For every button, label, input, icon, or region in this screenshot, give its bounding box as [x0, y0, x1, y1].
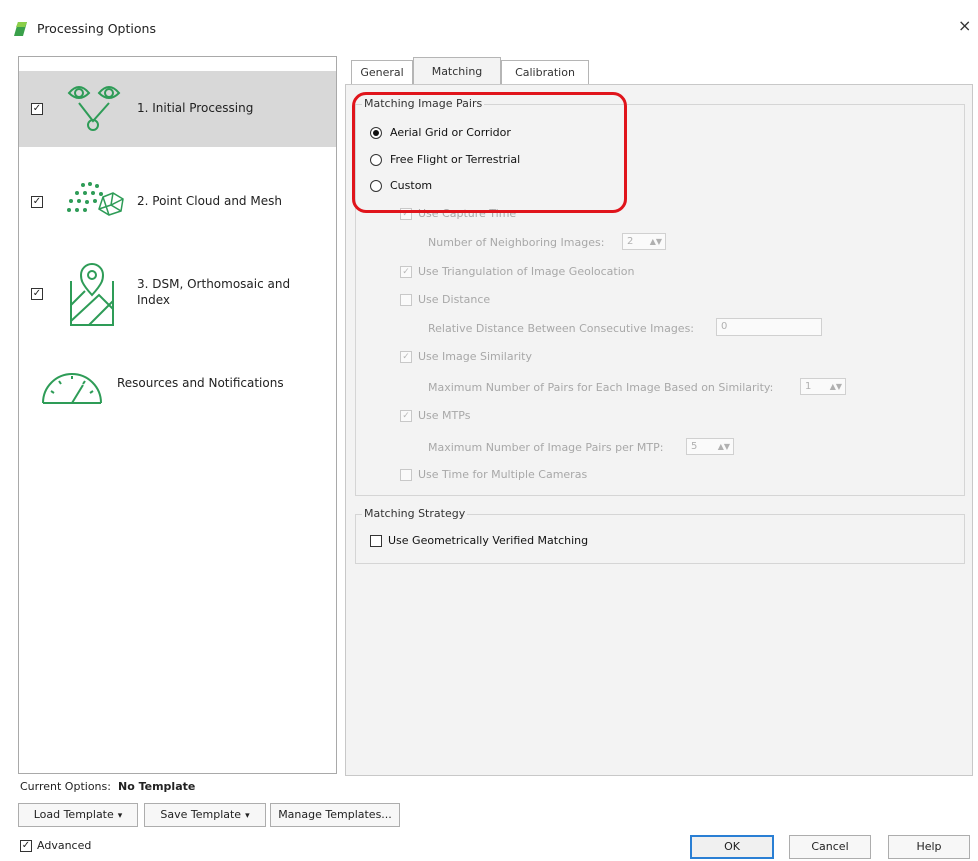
use-capture-time-checkbox[interactable]: ✓	[400, 208, 412, 220]
use-mtps-label: Use MTPs	[418, 409, 471, 422]
gauge-icon	[42, 373, 102, 404]
max-pairs-mtp-label: Maximum Number of Image Pairs per MTP:	[428, 441, 664, 454]
initial-processing-checkbox[interactable]: ✓	[31, 103, 43, 115]
use-image-similarity-label: Use Image Similarity	[418, 350, 533, 363]
dsm-checkbox[interactable]: ✓	[31, 288, 43, 300]
tab-general[interactable]: General	[351, 60, 413, 84]
use-capture-time-label: Use Capture Time	[418, 207, 517, 220]
sidebar-item-label: 2. Point Cloud and Mesh	[137, 194, 282, 208]
radio-custom[interactable]	[370, 180, 382, 192]
use-distance-checkbox[interactable]	[400, 294, 412, 306]
use-time-multiple-label: Use Time for Multiple Cameras	[418, 468, 588, 481]
spin-value: 1	[805, 381, 812, 392]
sidebar-item-initial-processing[interactable]: ✓ 1. Initial Processing	[19, 71, 336, 147]
spin-arrows-icon[interactable]: ▲▼	[650, 234, 662, 249]
geometric-matching-checkbox[interactable]	[370, 535, 382, 547]
radio-aerial-grid[interactable]	[370, 127, 382, 139]
button-label: Save Template	[160, 808, 242, 821]
map-pin-icon	[70, 263, 114, 326]
help-button[interactable]: Help	[888, 835, 970, 859]
radio-label: Free Flight or Terrestrial	[390, 153, 521, 166]
use-image-similarity-checkbox[interactable]: ✓	[400, 351, 412, 363]
relative-distance-input[interactable]: 0	[716, 318, 822, 336]
advanced-checkbox[interactable]: ✓	[20, 840, 32, 852]
cancel-button[interactable]: Cancel	[789, 835, 871, 859]
app-icon	[14, 22, 27, 36]
sidebar-item-dsm[interactable]: ✓ 3. DSM, Orthomosaic and Index	[19, 255, 336, 335]
initial-processing-icon	[67, 86, 121, 131]
current-options-value: No Template	[118, 780, 196, 793]
radio-label: Aerial Grid or Corridor	[390, 126, 511, 139]
sidebar-item-label-line2: Index	[137, 293, 171, 307]
use-mtps-checkbox[interactable]: ✓	[400, 410, 412, 422]
load-template-button[interactable]: Load Template ▾	[18, 803, 138, 827]
sidebar-item-label-line1: 3. DSM, Orthomosaic and	[137, 277, 291, 291]
group-title: Matching Strategy	[362, 507, 468, 520]
radio-label: Custom	[390, 179, 433, 192]
sidebar-item-label: 1. Initial Processing	[137, 101, 254, 115]
save-template-button[interactable]: Save Template ▾	[144, 803, 266, 827]
point-cloud-checkbox[interactable]: ✓	[31, 196, 43, 208]
tab-calibration[interactable]: Calibration	[501, 60, 589, 84]
neighboring-images-label: Number of Neighboring Images:	[428, 236, 605, 249]
use-time-multiple-checkbox[interactable]	[400, 469, 412, 481]
spin-arrows-icon[interactable]: ▲▼	[830, 379, 842, 394]
max-pairs-mtp-spinbox[interactable]: 5 ▲▼	[686, 438, 734, 455]
neighboring-images-spinbox[interactable]: 2 ▲▼	[622, 233, 666, 250]
spin-value: 5	[691, 441, 698, 452]
point-cloud-icon	[67, 182, 124, 216]
use-triangulation-label: Use Triangulation of Image Geolocation	[418, 265, 635, 278]
radio-free-flight[interactable]	[370, 154, 382, 166]
geometric-matching-label: Use Geometrically Verified Matching	[388, 534, 589, 547]
max-pairs-similarity-spinbox[interactable]: 1 ▲▼	[800, 378, 846, 395]
advanced-label: Advanced	[37, 839, 92, 852]
button-label: Load Template	[33, 808, 114, 821]
dropdown-arrow-icon: ▾	[245, 811, 250, 821]
relative-distance-label: Relative Distance Between Consecutive Im…	[428, 322, 695, 335]
sidebar: ✓ 1. Initial Processing ✓ 2. Point Cloud…	[18, 56, 337, 774]
group-title: Matching Image Pairs	[362, 97, 485, 110]
close-icon[interactable]: ×	[958, 16, 971, 35]
manage-templates-button[interactable]: Manage Templates...	[270, 803, 400, 827]
use-triangulation-checkbox[interactable]: ✓	[400, 266, 412, 278]
window-title: Processing Options	[37, 21, 156, 36]
tab-matching[interactable]: Matching	[413, 57, 501, 84]
spin-value: 2	[627, 236, 634, 247]
spin-arrows-icon[interactable]: ▲▼	[718, 439, 730, 454]
sidebar-item-point-cloud[interactable]: ✓ 2. Point Cloud and Mesh	[19, 167, 336, 237]
max-pairs-similarity-label: Maximum Number of Pairs for Each Image B…	[428, 381, 774, 394]
current-options-label: Current Options:	[20, 780, 111, 793]
dropdown-arrow-icon: ▾	[117, 811, 123, 821]
ok-button[interactable]: OK	[690, 835, 774, 859]
use-distance-label: Use Distance	[418, 293, 491, 306]
sidebar-item-resources[interactable]: Resources and Notifications	[19, 357, 336, 413]
sidebar-item-label: Resources and Notifications	[117, 376, 284, 390]
